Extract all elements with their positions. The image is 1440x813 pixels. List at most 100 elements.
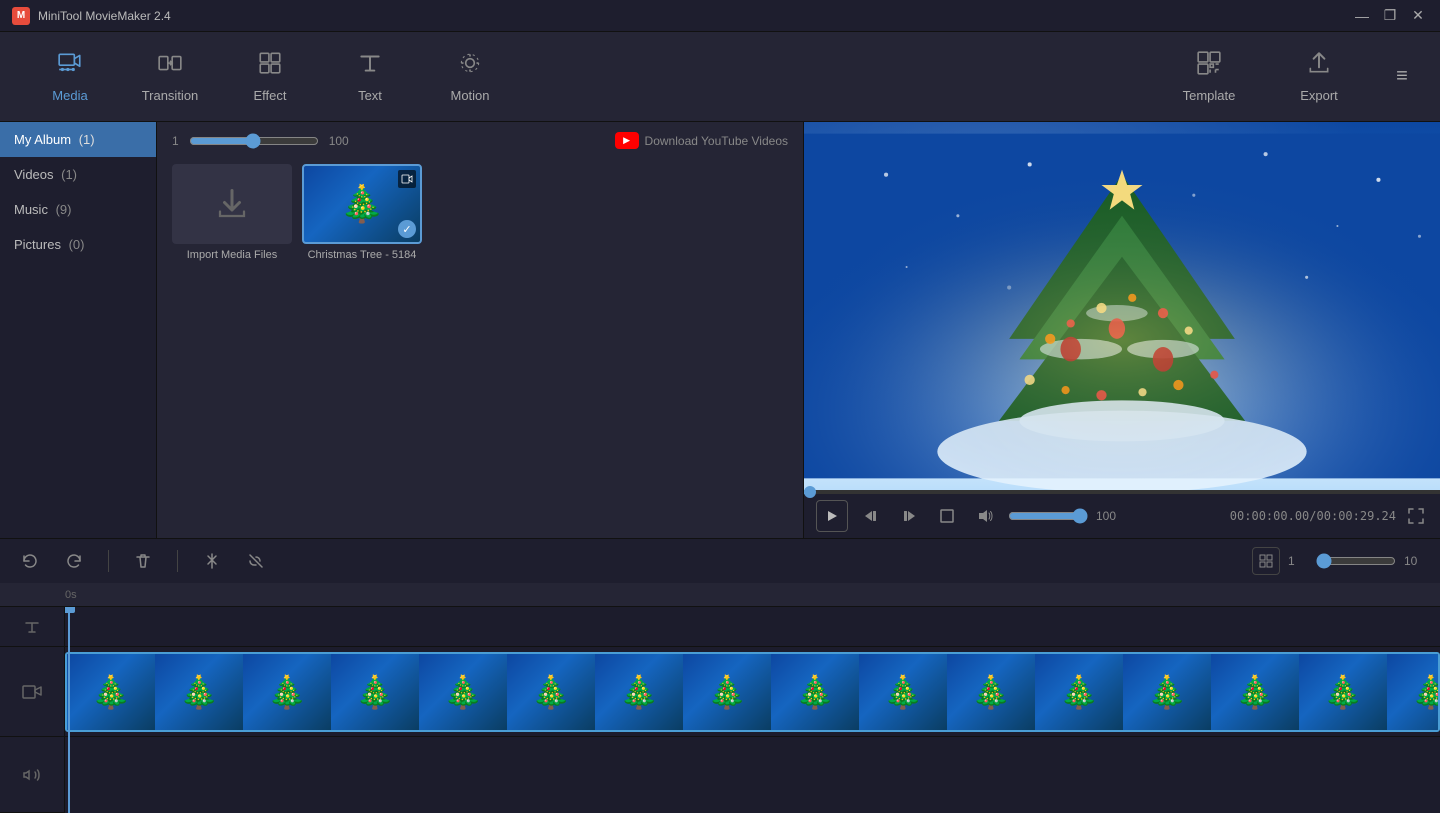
effect-icon (257, 50, 283, 82)
preview-progress-bar[interactable] (804, 490, 1440, 494)
detach-audio-button[interactable] (242, 547, 270, 575)
zoom-slider[interactable] (189, 133, 319, 149)
fullscreen-button[interactable] (1404, 504, 1428, 528)
transition-icon (157, 50, 183, 82)
film-frame (243, 654, 331, 730)
audio-track-area[interactable] (65, 737, 1440, 813)
sidebar-pictures-count: (0) (65, 237, 85, 252)
film-frame (1123, 654, 1211, 730)
timeline-body (0, 607, 1440, 813)
maximize-button[interactable]: ❐ (1380, 6, 1400, 26)
toolbar-transition[interactable]: Transition (120, 42, 220, 112)
preview-controls: 100 00:00:00.00/00:00:29.24 (804, 494, 1440, 538)
time-marker-0: 0s (65, 589, 77, 601)
rewind-frame-button[interactable] (856, 501, 886, 531)
fullsize-button[interactable] (932, 501, 962, 531)
template-label: Template (1183, 88, 1236, 103)
timeline-controls: 1 10 (0, 538, 1440, 583)
film-frame (771, 654, 859, 730)
template-icon (1196, 50, 1222, 82)
film-frame (595, 654, 683, 730)
text-track-area[interactable] (65, 607, 1440, 647)
zoom-max-val: 10 (1404, 554, 1424, 568)
sidebar-videos-count: (1) (58, 167, 78, 182)
timeline: 0s (0, 583, 1440, 813)
xmas-preview-image (804, 122, 1440, 490)
film-frame (859, 654, 947, 730)
timeline-playhead[interactable] (68, 607, 70, 813)
menu-button[interactable]: ≡ (1384, 59, 1420, 95)
app-title: MiniTool MovieMaker 2.4 (38, 9, 1352, 23)
toolbar-text[interactable]: Text (320, 42, 420, 112)
sidebar-videos-label: Videos (14, 167, 54, 182)
text-icon (357, 50, 383, 82)
christmas-tree-thumb[interactable]: ✓ (302, 164, 422, 244)
volume-value-label: 100 (1096, 509, 1116, 523)
sidebar-item-music[interactable]: Music (9) (0, 192, 156, 227)
zoom-fit-button[interactable] (1252, 547, 1280, 575)
film-frame (331, 654, 419, 730)
split-button[interactable] (198, 547, 226, 575)
sidebar-pictures-label: Pictures (14, 237, 61, 252)
undo-button[interactable] (16, 547, 44, 575)
timeline-zoom-control: 1 10 (1252, 547, 1424, 575)
minimize-button[interactable]: — (1352, 6, 1372, 26)
text-label: Text (358, 88, 382, 103)
timeline-content[interactable] (65, 607, 1440, 813)
main-area: My Album (1) Videos (1) Music (9) Pictur… (0, 122, 1440, 538)
film-frame (1387, 654, 1440, 730)
video-track-area[interactable] (65, 647, 1440, 737)
media-panel: 1 100 Download YouTube Videos Import Med… (157, 122, 803, 538)
close-button[interactable]: ✕ (1408, 6, 1428, 26)
window-controls: — ❐ ✕ (1352, 6, 1428, 26)
zoom-value-label: 100 (329, 134, 359, 148)
toolbar-export[interactable]: Export (1274, 42, 1364, 112)
forward-frame-button[interactable] (894, 501, 924, 531)
film-frame (1035, 654, 1123, 730)
toolbar-motion[interactable]: Motion (420, 42, 520, 112)
timeline-track-labels (0, 607, 65, 813)
film-frame (1211, 654, 1299, 730)
import-media-item[interactable]: Import Media Files (172, 164, 292, 261)
time-display: 00:00:00.00/00:00:29.24 (1230, 509, 1396, 523)
sidebar-item-videos[interactable]: Videos (1) (0, 157, 156, 192)
play-button[interactable] (816, 500, 848, 532)
preview-panel: 100 00:00:00.00/00:00:29.24 (803, 122, 1440, 538)
christmas-tree-media-item[interactable]: ✓ Christmas Tree - 5184 (302, 164, 422, 261)
toolbar-media[interactable]: Media (20, 42, 120, 112)
film-frame (419, 654, 507, 730)
delete-button[interactable] (129, 547, 157, 575)
video-filmstrip[interactable] (65, 652, 1440, 732)
yt-download-button[interactable]: Download YouTube Videos (615, 132, 788, 149)
timeline-zoom-slider[interactable] (1316, 553, 1396, 569)
toolbar-template[interactable]: Template (1164, 42, 1254, 112)
volume-slider[interactable] (1008, 508, 1088, 524)
import-media-label: Import Media Files (187, 249, 277, 261)
import-thumb[interactable] (172, 164, 292, 244)
audio-track-label (0, 737, 64, 813)
app-logo: M (12, 7, 30, 25)
export-icon (1306, 50, 1332, 82)
volume-icon (970, 501, 1000, 531)
title-bar: M MiniTool MovieMaker 2.4 — ❐ ✕ (0, 0, 1440, 32)
separator-2 (177, 550, 178, 572)
sidebar: My Album (1) Videos (1) Music (9) Pictur… (0, 122, 157, 538)
media-grid: Import Media Files ✓ Christmas Tree - 51… (167, 159, 793, 266)
media-icon (57, 50, 83, 82)
toolbar-effect[interactable]: Effect (220, 42, 320, 112)
text-track-label (0, 607, 64, 647)
redo-button[interactable] (60, 547, 88, 575)
toolbar: Media Transition Effect (0, 32, 1440, 122)
sidebar-item-my-album[interactable]: My Album (1) (0, 122, 156, 157)
sidebar-my-album-label: My Album (14, 132, 71, 147)
media-label: Media (52, 88, 87, 103)
progress-handle[interactable] (804, 486, 816, 498)
sidebar-item-pictures[interactable]: Pictures (0) (0, 227, 156, 262)
sidebar-music-label: Music (14, 202, 48, 217)
film-frame (67, 654, 155, 730)
film-frame (683, 654, 771, 730)
christmas-tree-label: Christmas Tree - 5184 (308, 249, 417, 261)
sidebar-my-album-count: (1) (75, 132, 95, 147)
transition-label: Transition (142, 88, 199, 103)
separator-1 (108, 550, 109, 572)
